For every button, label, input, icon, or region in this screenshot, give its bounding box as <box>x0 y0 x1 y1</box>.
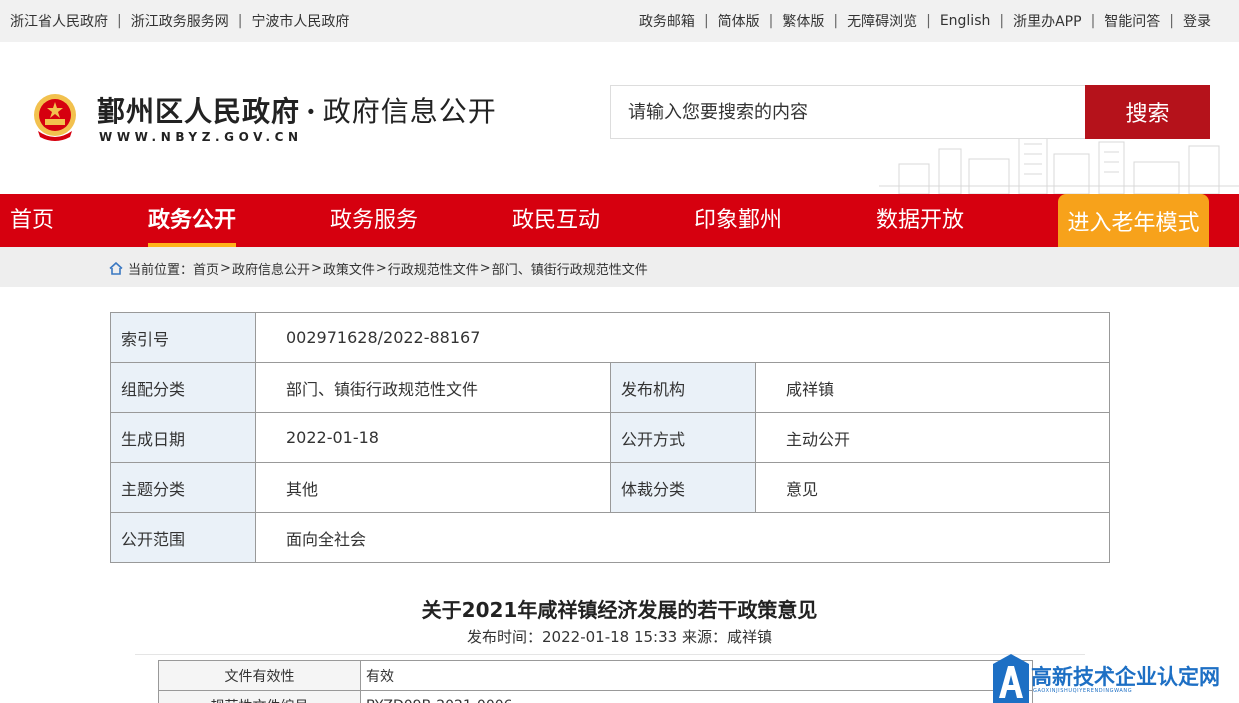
breadcrumb-normative[interactable]: 行政规范性文件 <box>388 259 479 278</box>
separator: | <box>117 13 122 29</box>
table-row: 主题分类 其他 体裁分类 意见 <box>110 462 1110 513</box>
link-zhejiang-gov[interactable]: 浙江省人民政府 <box>10 11 108 31</box>
category-value: 部门、镇街行政规范性文件 <box>255 362 611 413</box>
separator: | <box>833 13 839 29</box>
watermark: 高新技术企业认定网 GAOXINJISHUQIYERENDINGWANG <box>993 654 1239 703</box>
date-value: 2022-01-18 <box>255 412 611 463</box>
category-label: 组配分类 <box>110 362 256 413</box>
date-label: 生成日期 <box>110 412 256 463</box>
document-info-table: 索引号 002971628/2022-88167 组配分类 部门、镇街行政规范性… <box>110 312 1110 563</box>
scope-label: 公开范围 <box>110 512 256 563</box>
elder-mode-button[interactable]: 进入老年模式 <box>1058 194 1209 247</box>
scope-value: 面向全社会 <box>255 512 1110 563</box>
site-title-sub: 政府信息公开 <box>322 95 497 128</box>
breadcrumb-bar: 当前位置： 首页 > 政府信息公开 > 政策文件 > 行政规范性文件 > 部门、… <box>0 247 1239 287</box>
link-zheliban-app[interactable]: 浙里办APP <box>1013 11 1081 31</box>
table-row: 规范性文件编号 BYZD09B-2021-0006 <box>158 690 1033 703</box>
table-row: 生成日期 2022-01-18 公开方式 主动公开 <box>110 412 1110 463</box>
site-title[interactable]: 鄞州区人民政府 · 政府信息公开 <box>97 90 497 130</box>
separator: | <box>768 13 774 29</box>
nav-item-home[interactable]: 首页 <box>10 194 54 247</box>
link-gov-mail[interactable]: 政务邮箱 <box>639 11 695 31</box>
method-value: 主动公开 <box>755 412 1110 463</box>
divider <box>135 654 1085 655</box>
table-row: 公开范围 面向全社会 <box>110 512 1110 563</box>
breadcrumb-separator: > <box>220 261 231 276</box>
site-domain: WWW.NBYZ.GOV.CN <box>99 130 303 144</box>
genre-value: 意见 <box>755 462 1110 513</box>
table-row: 索引号 002971628/2022-88167 <box>110 312 1110 363</box>
link-ningbo-gov[interactable]: 宁波市人民政府 <box>251 11 349 31</box>
breadcrumb-gov-info[interactable]: 政府信息公开 <box>232 259 310 278</box>
publish-label: 发布时间： <box>467 628 543 646</box>
nav-item-gov-services[interactable]: 政务服务 <box>330 194 418 247</box>
publisher-label: 发布机构 <box>610 362 756 413</box>
site-header: 鄞州区人民政府·政府信息公开 WWW.NBYZ.GOV.CN 搜索 <box>0 42 1239 194</box>
home-icon <box>109 262 123 275</box>
watermark-logo-icon <box>993 654 1029 703</box>
link-accessibility[interactable]: 无障碍浏览 <box>847 11 917 31</box>
link-simplified[interactable]: 简体版 <box>718 11 760 31</box>
breadcrumb-dept-normative[interactable]: 部门、镇街行政规范性文件 <box>492 259 648 278</box>
doc-number-value: BYZD09B-2021-0006 <box>360 690 1033 703</box>
breadcrumb-separator: > <box>375 261 387 276</box>
national-emblem-icon <box>34 94 76 141</box>
search-input[interactable] <box>611 86 1086 138</box>
topic-label: 主题分类 <box>110 462 256 513</box>
utility-links: 政务邮箱 | 简体版 | 繁体版 | 无障碍浏览 | English | 浙里办… <box>639 11 1211 31</box>
separator: | <box>703 13 709 29</box>
index-value: 002971628/2022-88167 <box>255 312 1110 363</box>
source-value: 咸祥镇 <box>726 628 772 646</box>
breadcrumb-policy[interactable]: 政策文件 <box>323 259 375 278</box>
genre-label: 体裁分类 <box>610 462 756 513</box>
nav-item-interaction[interactable]: 政民互动 <box>512 194 600 247</box>
publisher-value: 咸祥镇 <box>755 362 1110 413</box>
gov-links: 浙江省人民政府 | 浙江政务服务网 | 宁波市人民政府 <box>10 11 349 31</box>
link-zhejiang-service[interactable]: 浙江政务服务网 <box>131 11 229 31</box>
nav-item-gov-affairs-open[interactable]: 政务公开 <box>148 194 237 247</box>
validity-label: 文件有效性 <box>158 660 361 691</box>
separator: | <box>1090 13 1096 29</box>
breadcrumb-separator: > <box>310 261 322 276</box>
method-label: 公开方式 <box>610 412 756 463</box>
table-row: 组配分类 部门、镇街行政规范性文件 发布机构 咸祥镇 <box>110 362 1110 413</box>
separator: | <box>926 13 931 29</box>
main-nav: 首页 政务公开 政务服务 政民互动 印象鄞州 数据开放 进入老年模式 <box>0 194 1239 247</box>
nav-item-open-data[interactable]: 数据开放 <box>876 194 964 247</box>
link-english[interactable]: English <box>940 13 991 29</box>
document-status-table: 文件有效性 有效 规范性文件编号 BYZD09B-2021-0006 <box>158 660 1033 703</box>
separator: | <box>999 13 1005 29</box>
table-row: 文件有效性 有效 <box>158 660 1033 691</box>
validity-value: 有效 <box>360 660 1033 691</box>
separator: | <box>237 13 243 29</box>
doc-number-label: 规范性文件编号 <box>158 690 361 703</box>
top-utility-bar: 浙江省人民政府 | 浙江政务服务网 | 宁波市人民政府 政务邮箱 | 简体版 |… <box>0 0 1239 42</box>
link-login[interactable]: 登录 <box>1183 11 1211 31</box>
breadcrumb: 当前位置： 首页 > 政府信息公开 > 政策文件 > 行政规范性文件 > 部门、… <box>109 259 648 278</box>
search-box <box>610 85 1086 139</box>
watermark-text: 高新技术企业认定网 <box>1031 665 1220 689</box>
source-label: 来源： <box>681 628 727 646</box>
publish-time: 2022-01-18 15:33 <box>542 628 678 646</box>
link-smart-qa[interactable]: 智能问答 <box>1104 11 1160 31</box>
article-meta: 发布时间：2022-01-18 15:33 来源：咸祥镇 <box>0 626 1239 647</box>
breadcrumb-home[interactable]: 首页 <box>193 259 219 278</box>
link-traditional[interactable]: 繁体版 <box>782 11 824 31</box>
separator: | <box>1169 13 1174 29</box>
nav-item-impression-yinzhou[interactable]: 印象鄞州 <box>694 194 782 247</box>
breadcrumb-prefix: 当前位置： <box>128 263 194 278</box>
watermark-subtext: GAOXINJISHUQIYERENDINGWANG <box>1033 688 1133 694</box>
topic-value: 其他 <box>255 462 611 513</box>
article-title: 关于2021年咸祥镇经济发展的若干政策意见 <box>421 598 818 622</box>
index-label: 索引号 <box>110 312 256 363</box>
search-button[interactable]: 搜索 <box>1085 85 1210 139</box>
site-title-main: 鄞州区人民政府 <box>97 95 301 128</box>
site-title-dot: · <box>306 95 317 128</box>
breadcrumb-separator: > <box>479 261 491 276</box>
